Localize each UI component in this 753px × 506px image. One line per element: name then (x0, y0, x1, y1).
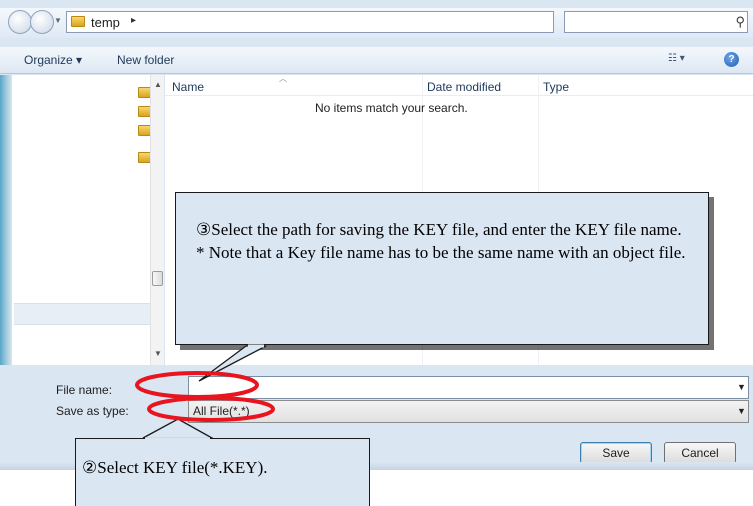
back-button[interactable] (8, 10, 32, 34)
scroll-up-icon[interactable]: ▲ (154, 80, 162, 89)
file-name-dropdown-icon[interactable]: ▼ (737, 382, 746, 392)
annotation-callout-step3: ③Select the path for saving the KEY file… (175, 192, 709, 345)
forward-button[interactable] (30, 10, 54, 34)
callout2-text: ②Select KEY file(*.KEY). (82, 458, 268, 477)
callout3-line2: * Note that a Key file name has to be th… (196, 243, 686, 262)
save-as-type-dropdown-icon[interactable]: ▼ (737, 406, 746, 416)
save-as-type-label: Save as type: (56, 404, 129, 418)
help-icon[interactable]: ? (724, 52, 739, 67)
scroll-thumb[interactable] (152, 271, 163, 286)
cancel-button[interactable]: Cancel (664, 442, 736, 464)
file-name-field[interactable] (188, 376, 749, 399)
column-type[interactable]: Type (543, 80, 569, 94)
new-folder-button[interactable]: New folder (117, 53, 174, 67)
column-headers: ︿ Name Date modified Type (165, 74, 753, 96)
save-button[interactable]: Save (580, 442, 652, 464)
address-bar[interactable]: temp ▸ ▼ ⇆ (66, 11, 617, 33)
breadcrumb-arrow-icon[interactable]: ▸ (131, 15, 136, 26)
callout3-line1: ③Select the path for saving the KEY file… (196, 220, 682, 239)
file-name-label: File name: (56, 383, 113, 397)
folder-icon (71, 16, 85, 27)
recent-locations-icon[interactable]: ▼ (54, 16, 62, 25)
organize-button[interactable]: Organize ▾ (24, 53, 82, 67)
command-bar: Organize ▾ New folder ☷ ▾ ? (0, 47, 753, 74)
window-edge (0, 75, 12, 365)
scroll-down-icon[interactable]: ▼ (154, 349, 162, 358)
save-as-type-select[interactable]: All File(*.*) ▼ (188, 400, 749, 423)
breadcrumb-temp[interactable]: temp (91, 15, 120, 30)
sort-ascending-icon: ︿ (279, 74, 287, 83)
search-icon[interactable]: ⚲ (735, 14, 745, 30)
save-as-type-value: All File(*.*) (193, 404, 250, 418)
nav-scrollbar[interactable]: ▲ ▼ (150, 75, 164, 365)
empty-message: No items match your search. (315, 101, 468, 115)
views-icon[interactable]: ☷ ▾ (668, 53, 685, 64)
column-date-modified[interactable]: Date modified (427, 80, 501, 94)
annotation-callout-step2: ②Select KEY file(*.KEY). (75, 438, 370, 506)
nav-selected-item[interactable] (14, 303, 150, 325)
address-row: ▼ temp ▸ ▼ ⇆ ⚲ (0, 8, 753, 38)
search-input[interactable]: ⚲ (564, 11, 748, 33)
column-name[interactable]: Name (172, 80, 204, 94)
